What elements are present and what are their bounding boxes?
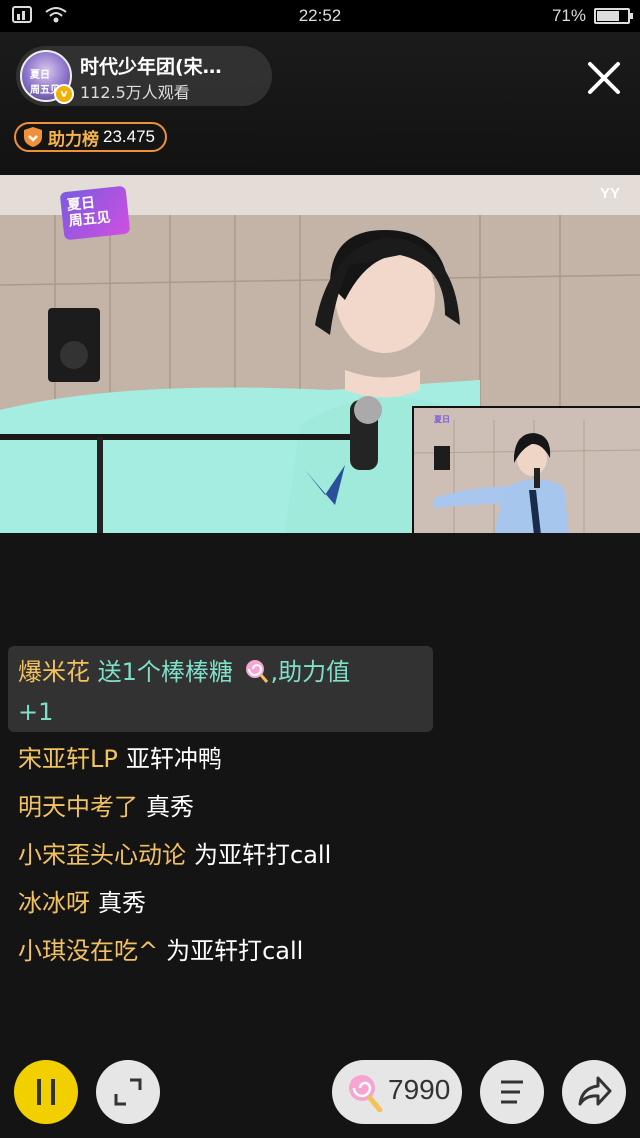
rank-label: 助力榜 (48, 129, 99, 150)
chat-text: 真秀 (98, 889, 146, 917)
verified-badge-icon: v (54, 84, 74, 104)
gift-text: 送1个棒棒糖 (90, 658, 241, 686)
anchor-info[interactable]: 夏日 周五见 v 时代少年团(宋… 112.5万人观看 (16, 46, 272, 106)
share-icon (578, 1076, 612, 1106)
rank-value: 23.475 (103, 127, 155, 146)
show-logo: 夏日 周五见 (59, 185, 131, 241)
menu-icon (501, 1080, 523, 1104)
chat-text: 亚轩冲鸭 (125, 745, 222, 773)
gift-count: 7990 (388, 1074, 451, 1105)
chat-message: 冰冰呀 真秀 (18, 888, 146, 918)
pause-button[interactable] (14, 1060, 78, 1124)
lollipop-icon (245, 660, 268, 683)
gift-support-increment: +1 (18, 698, 54, 726)
chat-username[interactable]: 小琪没在吃^ (18, 937, 158, 965)
share-button[interactable] (562, 1060, 626, 1124)
menu-button[interactable] (480, 1060, 544, 1124)
battery-icon (594, 8, 633, 24)
chat-username[interactable]: 宋亚轩LP (18, 745, 118, 773)
chat-username[interactable]: 明天中考了 (18, 793, 138, 821)
gift-button[interactable]: 7990 (332, 1060, 462, 1124)
chat-message: 小琪没在吃^ 为亚轩打call (18, 936, 303, 966)
pip-video[interactable]: 夏日 (412, 406, 640, 533)
support-rank-button[interactable]: 助力榜 23.475 (14, 122, 167, 152)
gift-support-value: ,助力值 (270, 658, 351, 686)
status-time: 22:52 (298, 6, 342, 25)
pip-logo: 夏日 (434, 415, 450, 424)
viewer-count: 112.5万人观看 (80, 83, 190, 102)
shield-icon (24, 127, 42, 147)
chat-message: 明天中考了 真秀 (18, 792, 194, 822)
status-bar: 22:52 71% (0, 0, 640, 32)
pause-icon (37, 1079, 55, 1105)
fullscreen-icon (114, 1078, 142, 1106)
chat-message: 宋亚轩LP 亚轩冲鸭 (18, 744, 222, 774)
battery-percent: 71% (551, 6, 586, 25)
chat-text: 为亚轩打call (166, 937, 304, 965)
gift-sender[interactable]: 爆米花 (18, 658, 90, 686)
status-right: 71% (551, 6, 633, 26)
chat-text: 真秀 (146, 793, 194, 821)
yy-watermark: YY (600, 185, 621, 202)
chat-username[interactable]: 冰冰呀 (18, 889, 90, 917)
chat-username[interactable]: 小宋歪头心动论 (18, 841, 186, 869)
gift-message: 爆米花 送1个棒棒糖 ,助力值 +1 (8, 646, 433, 732)
live-header: 夏日 周五见 v 时代少年团(宋… 112.5万人观看 助力榜 23.475 (0, 32, 640, 175)
anchor-name: 时代少年团(宋… (80, 56, 222, 78)
close-icon[interactable] (582, 56, 626, 100)
show-logo-text: 夏日 周五见 (66, 194, 112, 230)
fullscreen-button[interactable] (96, 1060, 160, 1124)
chat-message: 小宋歪头心动论 为亚轩打call (18, 840, 331, 870)
chat-text: 为亚轩打call (194, 841, 332, 869)
lollipop-gift-icon (349, 1075, 383, 1112)
pip-video-frame (414, 408, 640, 533)
